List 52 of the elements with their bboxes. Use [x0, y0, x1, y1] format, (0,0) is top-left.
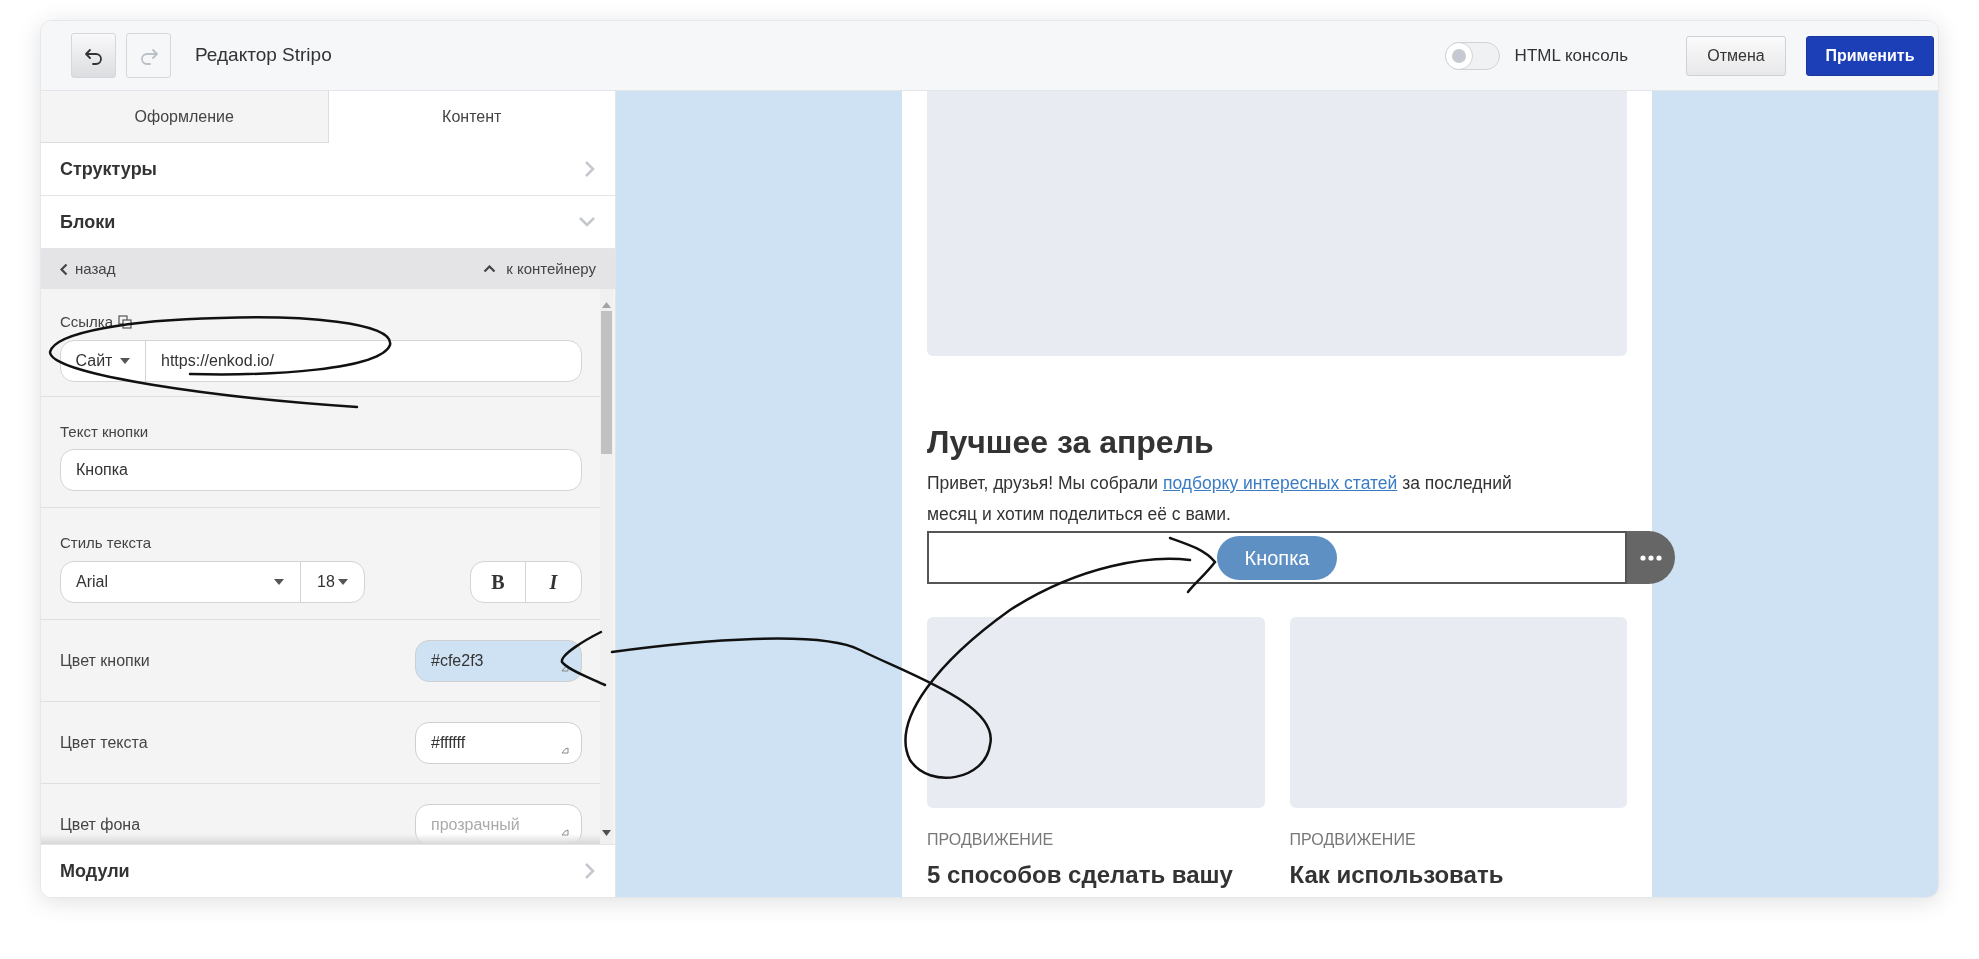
field-label: Текст кнопки: [60, 422, 150, 442]
field-label: Ссылка: [60, 312, 114, 332]
chevron-left-icon: [60, 262, 68, 276]
italic-button[interactable]: I: [526, 561, 581, 602]
apply-button[interactable]: Применить: [1806, 35, 1934, 76]
link-field[interactable]: Сайт https://enkod.io/: [60, 339, 582, 382]
color-input[interactable]: #cfe2f3: [415, 639, 582, 682]
color-input[interactable]: #ffffff: [415, 721, 582, 764]
undo-icon: [83, 46, 104, 65]
chevron-down-icon: [578, 216, 596, 228]
scroll-down-icon[interactable]: [602, 830, 611, 836]
toggle-switch[interactable]: [1444, 41, 1500, 70]
redo-icon: [138, 46, 159, 65]
chevron-right-icon: [584, 160, 596, 178]
editor-title: Редактор Stripo: [195, 43, 332, 68]
resize-icon: [561, 745, 569, 754]
chevron-up-icon: [483, 265, 497, 273]
link-type-dropdown[interactable]: Сайт: [61, 340, 146, 381]
caret-icon: [274, 578, 284, 585]
email-heading: Лучшее за апрель: [927, 423, 1215, 462]
resize-icon: [561, 827, 569, 836]
caret-icon: [120, 357, 131, 364]
caret-icon: [337, 578, 348, 585]
font-dropdown[interactable]: Arial: [61, 561, 301, 602]
field-label: Стиль текста: [60, 533, 153, 553]
cancel-button[interactable]: Отмена: [1686, 35, 1786, 76]
button-text-input[interactable]: Кнопка: [60, 448, 582, 491]
email-paragraph: Привет, друзья! Мы собрали подборку интересных статей за последний месяц и хотим поделиться её с вами.: [927, 472, 1513, 526]
size-dropdown[interactable]: 18: [301, 561, 364, 602]
chevron-right-icon: [584, 862, 596, 880]
url-input[interactable]: https://enkod.io/: [146, 340, 581, 381]
section-header[interactable]: Модули: [41, 844, 615, 897]
bold-button[interactable]: B: [471, 561, 526, 602]
field-label: Цвет кнопки: [60, 650, 150, 671]
more-button[interactable]: [1627, 531, 1675, 584]
article-link[interactable]: подборку интересных статей: [1163, 473, 1398, 493]
undo-button[interactable]: [71, 33, 116, 78]
back-link[interactable]: назад: [60, 257, 116, 281]
field-label: Цвет фона: [60, 814, 141, 835]
toggle-label: HTML консоль: [1514, 44, 1628, 67]
tab[interactable]: Оформление: [41, 91, 329, 143]
card-category: ПРОДВИЖЕНИЕ: [1289, 830, 1417, 850]
card-category: ПРОДВИЖЕНИЕ: [927, 830, 1055, 850]
scrollbar[interactable]: [600, 289, 613, 844]
more-icon: [1640, 554, 1662, 561]
scroll-up-icon[interactable]: [602, 302, 611, 308]
card-title: Как использовать: [1289, 860, 1505, 890]
scrollbar-thumb[interactable]: [601, 311, 612, 454]
copy-icon[interactable]: [118, 315, 133, 330]
container-link[interactable]: к контейнеру: [483, 257, 596, 281]
field-label: Цвет текста: [60, 732, 148, 753]
card-title: 5 способов сделать вашу: [927, 860, 1234, 890]
